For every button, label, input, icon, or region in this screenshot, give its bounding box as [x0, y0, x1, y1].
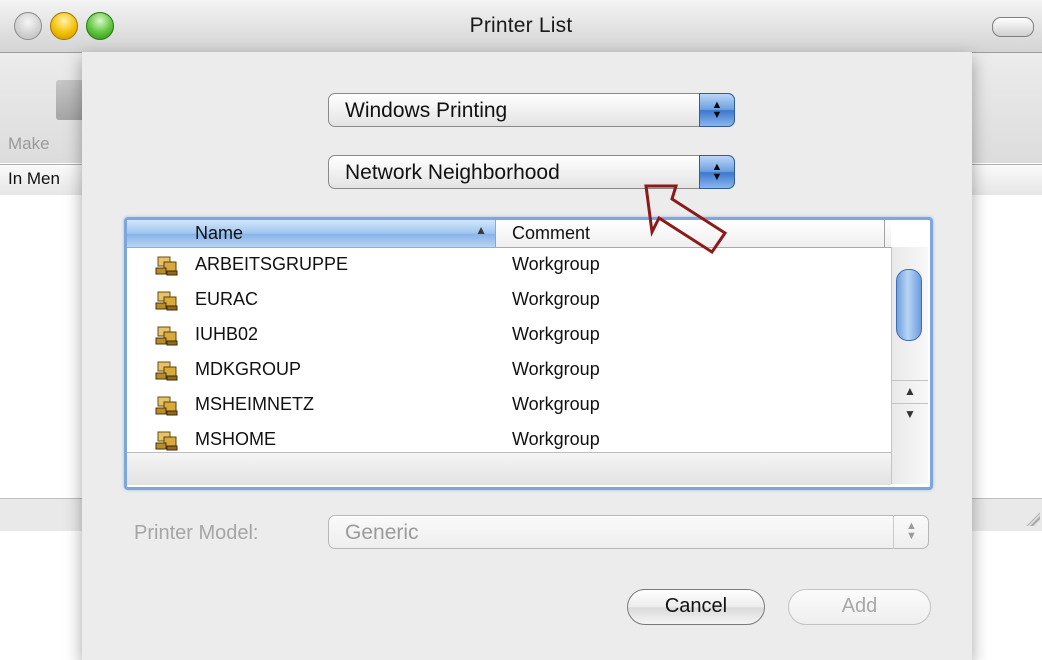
table-row[interactable]: EURAC Workgroup [127, 283, 891, 318]
scroll-down-arrow-icon[interactable]: ▼ [892, 403, 928, 424]
cancel-button[interactable]: Cancel [627, 589, 765, 625]
workgroup-comment: Workgroup [512, 324, 600, 344]
workgroup-icon [155, 256, 178, 276]
scroll-up-arrow-icon[interactable]: ▲ [892, 380, 928, 401]
table-row[interactable]: MSHEIMNETZ Workgroup [127, 388, 891, 423]
comment-column-header[interactable]: Comment [496, 220, 885, 247]
resize-grip-icon[interactable] [1026, 512, 1040, 526]
updown-arrows-icon: ▲ ▼ [893, 515, 929, 549]
sort-ascending-icon: ▲ [475, 223, 487, 237]
in-menu-column-label[interactable]: In Men [8, 169, 60, 189]
workgroup-icon [155, 396, 178, 416]
table-rows: ARBEITSGRUPPE Workgroup EURAC Workgroup IUHB… [127, 248, 891, 454]
updown-arrows-icon: ▲ ▼ [699, 93, 735, 127]
printer-model-popup[interactable]: Generic ▲ ▼ [328, 515, 929, 549]
toolbar-toggle-button[interactable] [992, 17, 1034, 37]
horizontal-scrollbar[interactable] [127, 452, 891, 485]
protocol-popup-value: Windows Printing [345, 99, 508, 122]
window-title: Printer List [469, 14, 573, 37]
comment-column-label: Comment [512, 223, 591, 243]
workgroup-name: MSHEIMNETZ [195, 394, 314, 414]
table-row[interactable]: MDKGROUP Workgroup [127, 353, 891, 388]
add-printer-sheet: Windows Printing ▲ ▼ Network Neighborhood… [82, 52, 972, 660]
add-button[interactable]: Add [788, 589, 931, 625]
table-row[interactable]: IUHB02 Workgroup [127, 318, 891, 353]
scroll-thumb[interactable] [896, 269, 922, 341]
workgroup-icon [155, 326, 178, 346]
workgroup-comment: Workgroup [512, 254, 600, 274]
vertical-scrollbar[interactable]: ▲ ▼ [891, 247, 928, 484]
workgroup-name: MSHOME [195, 429, 276, 449]
location-popup-value: Network Neighborhood [345, 161, 560, 184]
workgroup-comment: Workgroup [512, 359, 600, 379]
table-header: Name ▲ Comment [127, 220, 891, 248]
workgroup-icon [155, 431, 178, 451]
window-titlebar: Printer List [0, 0, 1042, 53]
name-column-label: Name [195, 223, 244, 243]
table-row[interactable]: MSHOME Workgroup [127, 423, 891, 454]
protocol-popup[interactable]: Windows Printing ▲ ▼ [328, 93, 735, 127]
toolbar-make-default-label: Make [8, 134, 50, 153]
updown-arrows-icon: ▲ ▼ [699, 155, 735, 189]
workgroup-name: ARBEITSGRUPPE [195, 254, 349, 274]
workgroup-icon [155, 291, 178, 311]
workgroup-comment: Workgroup [512, 429, 600, 449]
table-row[interactable]: ARBEITSGRUPPE Workgroup [127, 248, 891, 283]
workgroup-name: IUHB02 [195, 324, 259, 344]
location-popup[interactable]: Network Neighborhood ▲ ▼ [328, 155, 735, 189]
printer-model-value: Generic [345, 521, 419, 544]
browser-table[interactable]: Name ▲ Comment ARBEITSGRUPPE Workgroup EUR… [124, 217, 933, 490]
workgroup-comment: Workgroup [512, 394, 600, 414]
printer-model-label: Printer Model: [134, 522, 259, 544]
workgroup-icon [155, 361, 178, 381]
workgroup-name: EURAC [195, 289, 259, 309]
workgroup-name: MDKGROUP [195, 359, 302, 379]
name-column-header[interactable]: Name ▲ [127, 220, 496, 247]
workgroup-comment: Workgroup [512, 289, 600, 309]
